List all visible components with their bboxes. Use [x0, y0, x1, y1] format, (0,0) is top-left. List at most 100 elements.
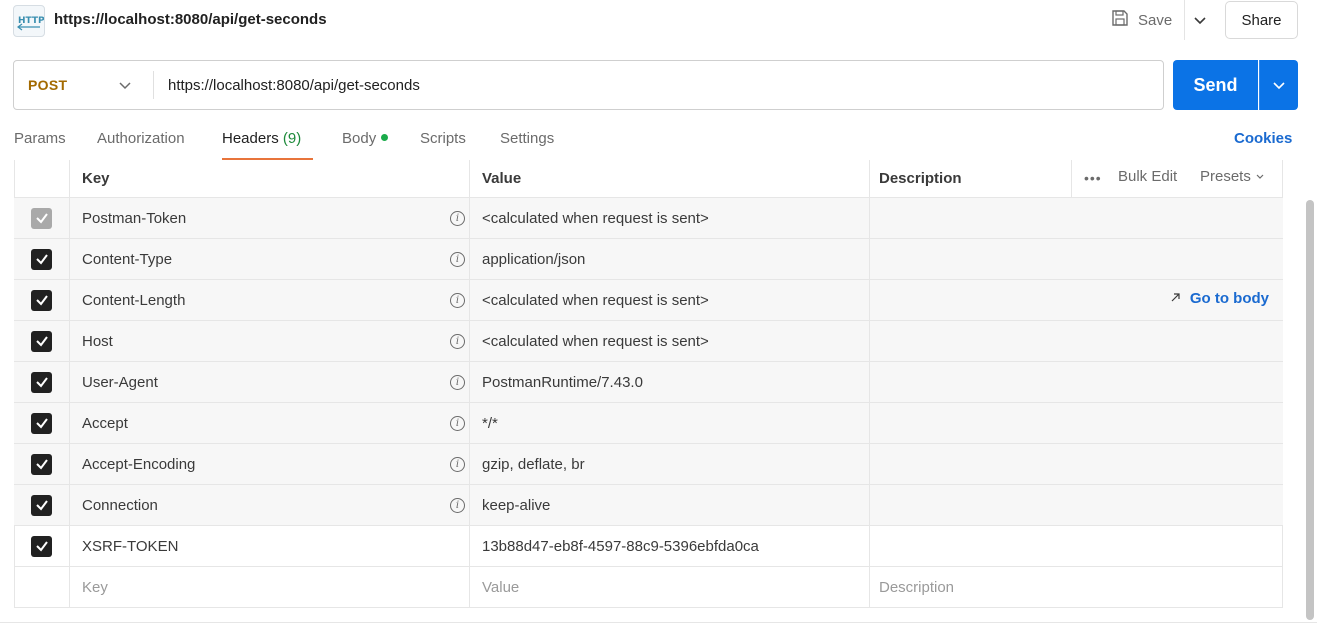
- tab-headers-label: Headers: [222, 130, 279, 147]
- new-description-input[interactable]: Description: [869, 567, 1283, 607]
- checkbox-cell: [14, 567, 70, 607]
- key-placeholder: Key: [82, 578, 108, 596]
- chevron-down-icon: [118, 78, 132, 96]
- info-icon[interactable]: i: [450, 498, 465, 513]
- description-cell[interactable]: [869, 198, 1283, 238]
- more-options-icon[interactable]: •••: [1084, 170, 1102, 186]
- checkbox-cell: [14, 485, 70, 525]
- value-cell[interactable]: <calculated when request is sent>: [470, 198, 870, 238]
- share-button[interactable]: Share: [1225, 1, 1298, 39]
- info-icon[interactable]: i: [450, 416, 465, 431]
- value-cell[interactable]: gzip, deflate, br: [470, 444, 870, 484]
- checkbox-cell: [14, 444, 70, 484]
- description-cell[interactable]: [869, 403, 1283, 443]
- row-checkbox[interactable]: [31, 248, 52, 270]
- row-checkbox[interactable]: [31, 494, 52, 516]
- value-cell[interactable]: application/json: [470, 239, 870, 279]
- cookies-link[interactable]: Cookies: [1234, 130, 1292, 147]
- row-checkbox[interactable]: [31, 289, 52, 311]
- tab-settings[interactable]: Settings: [500, 130, 554, 160]
- row-checkbox[interactable]: [31, 535, 52, 557]
- description-cell[interactable]: [869, 321, 1283, 361]
- key-cell[interactable]: Accept i: [70, 403, 470, 443]
- save-icon: [1110, 8, 1130, 32]
- info-icon[interactable]: i: [450, 293, 465, 308]
- table-row: Host i <calculated when request is sent>: [14, 321, 1283, 362]
- presets-dropdown[interactable]: Presets: [1200, 168, 1265, 185]
- table-row: Postman-Token i <calculated when request…: [14, 198, 1283, 239]
- key-cell[interactable]: Accept-Encoding i: [70, 444, 470, 484]
- description-column-header: Description: [869, 160, 1072, 197]
- header-key: Content-Length: [82, 291, 186, 309]
- table-row: XSRF-TOKEN 13b88d47-eb8f-4597-88c9-5396e…: [14, 526, 1283, 567]
- method-select[interactable]: POST: [14, 61, 154, 109]
- vertical-scrollbar[interactable]: [1306, 200, 1314, 620]
- divider: [1184, 0, 1185, 40]
- value-cell[interactable]: */*: [470, 403, 870, 443]
- value-cell[interactable]: <calculated when request is sent>: [470, 280, 870, 320]
- info-icon[interactable]: i: [450, 334, 465, 349]
- request-tabs: Params Authorization Headers (9) Body Sc…: [0, 126, 1317, 162]
- row-checkbox[interactable]: [31, 330, 52, 352]
- info-icon[interactable]: i: [450, 375, 465, 390]
- value-column-header: Value: [470, 160, 870, 197]
- info-icon[interactable]: i: [450, 457, 465, 472]
- table-header-row: Key Value Description ••• Bulk Edit Pres…: [14, 160, 1283, 198]
- table-row: Connection i keep-alive: [14, 485, 1283, 526]
- checkbox-cell: [14, 321, 70, 361]
- description-cell[interactable]: Go to body: [869, 280, 1283, 320]
- new-key-input[interactable]: Key: [70, 567, 470, 607]
- header-key: Accept-Encoding: [82, 455, 196, 473]
- tab-headers[interactable]: Headers (9): [222, 130, 301, 160]
- table-row: Content-Type i application/json: [14, 239, 1283, 280]
- row-checkbox[interactable]: [31, 207, 52, 229]
- header-value: PostmanRuntime/7.43.0: [482, 373, 643, 391]
- save-label: Save: [1138, 11, 1173, 29]
- key-cell[interactable]: XSRF-TOKEN: [70, 526, 470, 566]
- method-label: POST: [28, 77, 68, 93]
- go-to-body-link[interactable]: Go to body: [1170, 290, 1269, 307]
- request-title[interactable]: https://localhost:8080/api/get-seconds: [54, 11, 327, 28]
- save-button[interactable]: Save: [1110, 5, 1180, 35]
- description-cell[interactable]: [869, 444, 1283, 484]
- value-cell[interactable]: 13b88d47-eb8f-4597-88c9-5396ebfda0ca: [470, 526, 870, 566]
- url-input[interactable]: [168, 61, 1148, 109]
- header-key: Host: [82, 332, 113, 350]
- row-checkbox[interactable]: [31, 371, 52, 393]
- table-row: User-Agent i PostmanRuntime/7.43.0: [14, 362, 1283, 403]
- info-icon[interactable]: i: [450, 211, 465, 226]
- header-key: Accept: [82, 414, 128, 432]
- tab-scripts[interactable]: Scripts: [420, 130, 466, 160]
- tab-authorization[interactable]: Authorization: [97, 130, 185, 160]
- bulk-edit-button[interactable]: Bulk Edit: [1118, 168, 1177, 185]
- tab-params[interactable]: Params: [14, 130, 66, 160]
- header-value: <calculated when request is sent>: [482, 332, 709, 350]
- key-cell[interactable]: Postman-Token i: [70, 198, 470, 238]
- value-cell[interactable]: PostmanRuntime/7.43.0: [470, 362, 870, 402]
- send-options-chevron-down-icon[interactable]: [1259, 60, 1298, 110]
- row-checkbox[interactable]: [31, 412, 52, 434]
- header-value: keep-alive: [482, 496, 551, 514]
- tab-body[interactable]: Body: [342, 130, 389, 160]
- new-value-input[interactable]: Value: [470, 567, 870, 607]
- send-button[interactable]: Send: [1173, 60, 1258, 110]
- checkbox-cell: [14, 280, 70, 320]
- row-checkbox[interactable]: [31, 453, 52, 475]
- save-options-chevron-down-icon[interactable]: [1188, 5, 1212, 35]
- key-cell[interactable]: User-Agent i: [70, 362, 470, 402]
- value-placeholder: Value: [482, 578, 520, 596]
- key-cell[interactable]: Host i: [70, 321, 470, 361]
- key-cell[interactable]: Connection i: [70, 485, 470, 525]
- key-cell[interactable]: Content-Type i: [70, 239, 470, 279]
- value-cell[interactable]: <calculated when request is sent>: [470, 321, 870, 361]
- table-row: Content-Length i <calculated when reques…: [14, 280, 1283, 321]
- description-placeholder: Description: [879, 578, 955, 596]
- description-cell[interactable]: [869, 526, 1283, 566]
- description-cell[interactable]: [869, 362, 1283, 402]
- value-cell[interactable]: keep-alive: [470, 485, 870, 525]
- description-cell[interactable]: [869, 485, 1283, 525]
- info-icon[interactable]: i: [450, 252, 465, 267]
- description-cell[interactable]: [869, 239, 1283, 279]
- key-cell[interactable]: Content-Length i: [70, 280, 470, 320]
- key-column-header: Key: [70, 160, 470, 197]
